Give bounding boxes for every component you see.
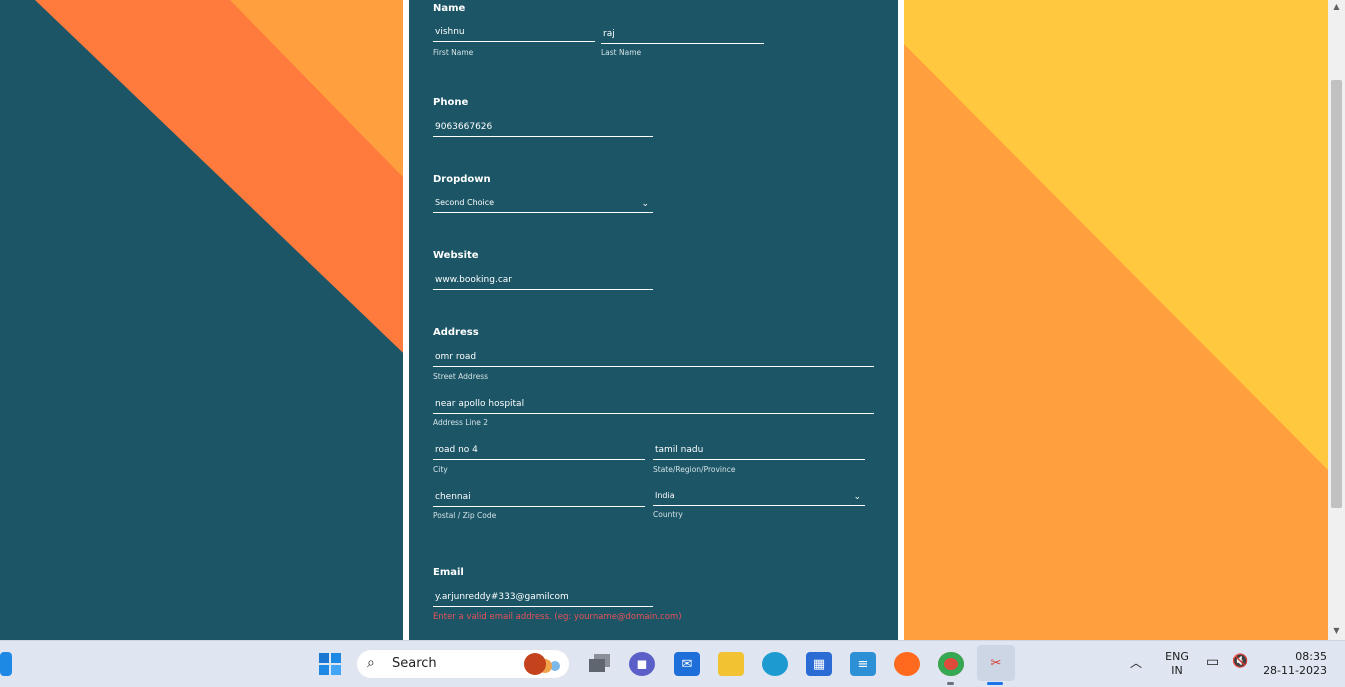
language-indicator[interactable]: ENG IN <box>1162 650 1192 678</box>
email-error-message: Enter a valid email address. (eg: yourna… <box>433 612 682 622</box>
clock[interactable]: 08:35 28-11-2023 <box>1259 650 1331 678</box>
clock-time: 08:35 <box>1295 650 1327 663</box>
language-line2: IN <box>1171 664 1183 677</box>
chevron-down-icon: ⌄ <box>853 492 861 502</box>
city-input[interactable]: road no 4 <box>433 440 645 460</box>
phone-label: Phone <box>433 97 469 108</box>
address-line2-input[interactable]: near apollo hospital <box>433 394 874 414</box>
phone-input[interactable]: 9063667626 <box>433 117 653 137</box>
first-name-input[interactable]: vishnu <box>433 22 595 42</box>
dropdown-select[interactable]: Second Choice ⌄ <box>433 193 653 213</box>
snipping-tool-active-indicator <box>987 682 1003 685</box>
scroll-up-icon[interactable]: ▲ <box>1328 0 1345 14</box>
email-input[interactable]: y.arjunreddy#333@gamilcom <box>433 587 653 607</box>
zip-code-sublabel: Postal / Zip Code <box>433 511 497 520</box>
city-sublabel: City <box>433 465 448 474</box>
store-icon[interactable]: ▦ <box>806 652 832 676</box>
search-icon: ⌕ <box>367 655 375 671</box>
teams-chat-icon[interactable]: ◼ <box>629 652 655 676</box>
mail-icon[interactable]: ✉ <box>674 652 700 676</box>
contact-form: Name vishnu First Name raj Last Name Pho… <box>409 0 898 640</box>
website-label: Website <box>433 250 479 261</box>
website-input[interactable]: www.booking.car <box>433 270 653 290</box>
clock-date: 28-11-2023 <box>1263 664 1327 677</box>
network-icon[interactable]: ▭ <box>1206 655 1219 669</box>
last-name-input[interactable]: raj <box>601 24 764 44</box>
last-name-sublabel: Last Name <box>601 48 642 57</box>
first-name-sublabel: First Name <box>433 48 474 57</box>
windows-start-icon[interactable] <box>317 652 343 676</box>
volume-muted-icon[interactable]: 🔇 <box>1232 655 1248 669</box>
country-selected-value: India <box>655 491 675 500</box>
dropdown-label: Dropdown <box>433 174 491 185</box>
file-explorer-icon[interactable] <box>718 652 744 676</box>
chevron-down-icon: ⌄ <box>641 199 649 209</box>
firefox-icon[interactable] <box>894 652 920 676</box>
vertical-scrollbar[interactable]: ▲ ▼ <box>1328 0 1345 640</box>
taskbar: ⌕ Search ◼ ✉ ▦ ≡ ✂ ︿ ENG IN ▭ 🔇 08:35 28… <box>0 640 1345 687</box>
snipping-tool-icon[interactable]: ✂ <box>977 645 1015 681</box>
country-sublabel: Country <box>653 510 683 519</box>
country-select[interactable]: India ⌄ <box>653 486 865 506</box>
scroll-down-icon[interactable]: ▼ <box>1328 624 1345 638</box>
task-view-icon[interactable] <box>587 652 613 676</box>
chrome-running-indicator <box>947 682 954 685</box>
address-label: Address <box>433 327 479 338</box>
street-address-sublabel: Street Address <box>433 372 489 381</box>
chrome-icon[interactable] <box>938 652 964 676</box>
zip-code-input[interactable]: chennai <box>433 487 645 507</box>
address-line2-sublabel: Address Line 2 <box>433 418 489 427</box>
scroll-thumb[interactable] <box>1331 80 1342 508</box>
widgets-icon[interactable] <box>0 652 12 676</box>
state-input[interactable]: tamil nadu <box>653 440 865 460</box>
notepad-icon[interactable]: ≡ <box>850 652 876 676</box>
search-label: Search <box>392 656 437 671</box>
dropdown-selected-value: Second Choice <box>435 198 495 207</box>
language-line1: ENG <box>1165 650 1189 663</box>
street-address-input[interactable]: omr road <box>433 347 874 367</box>
name-label: Name <box>433 3 466 14</box>
taskbar-search-box[interactable]: ⌕ Search <box>356 649 570 679</box>
search-highlight-art <box>524 653 546 675</box>
email-label: Email <box>433 567 464 578</box>
edge-icon[interactable] <box>762 652 788 676</box>
show-hidden-icons-chevron-icon[interactable]: ︿ <box>1130 656 1142 670</box>
state-sublabel: State/Region/Province <box>653 465 736 474</box>
